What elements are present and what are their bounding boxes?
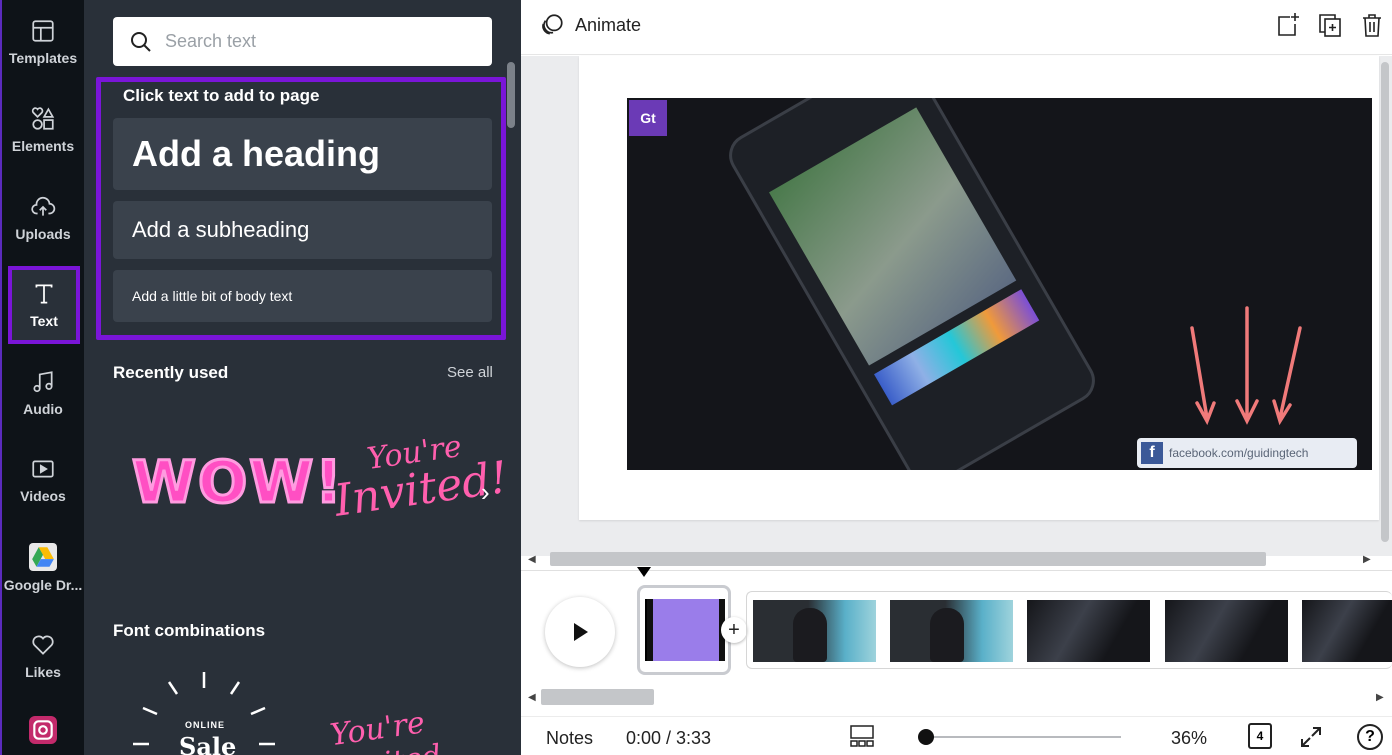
invited-combination-template[interactable]: You're Invited xyxy=(328,692,525,755)
rail-item-text[interactable]: Text xyxy=(8,266,80,344)
notes-button[interactable]: Notes xyxy=(546,728,593,749)
rail-item-google-drive[interactable]: Google Dr... xyxy=(2,526,84,610)
text-icon xyxy=(35,284,53,304)
rail-item-instagram[interactable] xyxy=(2,700,84,755)
top-toolbar: Animate xyxy=(521,0,1392,55)
search-input[interactable]: Search text xyxy=(113,17,492,66)
rail-item-videos[interactable]: Videos xyxy=(2,438,84,522)
page-count-button[interactable]: 4 xyxy=(1248,723,1272,749)
rail-label-audio: Audio xyxy=(23,401,63,417)
fullscreen-icon[interactable] xyxy=(1299,725,1323,749)
scroll-left-arrow[interactable]: ◀ xyxy=(528,554,536,565)
animate-icon xyxy=(542,14,563,35)
add-page-icon[interactable] xyxy=(1276,12,1300,38)
zoom-slider[interactable] xyxy=(921,736,1121,738)
duplicate-page-icon[interactable] xyxy=(1318,12,1342,38)
panel-scrollbar[interactable] xyxy=(507,62,515,128)
rail-item-templates[interactable]: Templates xyxy=(2,0,84,84)
animate-label: Animate xyxy=(575,14,642,35)
music-note-icon xyxy=(33,371,53,393)
sale-text-template[interactable]: ONLINE Sale xyxy=(129,672,279,755)
arrows-icon xyxy=(1190,306,1302,426)
templates-icon xyxy=(32,20,54,42)
rail-item-audio[interactable]: Audio xyxy=(2,351,84,435)
upload-cloud-icon xyxy=(31,196,56,216)
timeline-scrollbar[interactable] xyxy=(541,689,654,705)
scroll-right-arrow[interactable]: ▶ xyxy=(1363,554,1371,565)
invited-text-template[interactable]: You're Invited! xyxy=(328,426,511,527)
text-panel: Search text Click text to add to page Ad… xyxy=(84,0,521,755)
facebook-icon: f xyxy=(1141,442,1163,464)
timeline-scroll-right-arrow[interactable]: ▶ xyxy=(1376,692,1384,703)
add-heading-button[interactable]: Add a heading xyxy=(113,118,492,190)
sale-text: Sale xyxy=(179,732,237,755)
add-clip-button[interactable]: + xyxy=(721,617,747,643)
play-icon xyxy=(574,623,588,641)
help-button[interactable]: ? xyxy=(1357,724,1383,750)
rail-item-uploads[interactable]: Uploads xyxy=(2,176,84,260)
rail-label-templates: Templates xyxy=(8,50,78,66)
recently-used-title: Recently used xyxy=(113,363,229,382)
zoom-level[interactable]: 36% xyxy=(1171,728,1207,749)
rail-item-likes[interactable]: Likes xyxy=(2,614,84,698)
clip-thumbnail[interactable] xyxy=(890,600,1013,662)
video-icon xyxy=(32,460,54,478)
heart-icon xyxy=(32,635,54,655)
clip-thumbnail[interactable] xyxy=(1027,600,1150,662)
bottom-bar: Notes 0:00 / 3:33 36% 4 ? xyxy=(521,716,1392,755)
elements-icon xyxy=(31,107,55,130)
clip-thumbnail[interactable] xyxy=(1302,600,1392,662)
facebook-url-bar: f facebook.com/guidingtech xyxy=(1137,438,1357,468)
zoom-slider-handle[interactable] xyxy=(918,729,934,745)
clip-thumbnail[interactable] xyxy=(753,600,876,662)
canvas-horizontal-scrollbar[interactable] xyxy=(550,552,1266,566)
left-rail: Templates Elements Uploads Text Audio Vi… xyxy=(0,0,84,755)
facebook-url-text: facebook.com/guidingtech xyxy=(1169,446,1309,460)
rail-label-google-drive: Google Dr... xyxy=(3,577,83,593)
wow-text-template[interactable]: WOW! xyxy=(131,447,344,518)
rail-label-videos: Videos xyxy=(20,488,66,504)
see-all-link[interactable]: See all xyxy=(447,364,493,381)
add-body-text-button[interactable]: Add a little bit of body text xyxy=(113,270,492,322)
rail-label-text: Text xyxy=(30,313,58,329)
rail-item-elements[interactable]: Elements xyxy=(2,88,84,172)
animate-button[interactable]: Animate xyxy=(539,12,641,38)
click-text-title: Click text to add to page xyxy=(123,86,320,105)
layout-view-icon[interactable] xyxy=(850,725,874,747)
google-drive-icon xyxy=(29,543,57,571)
search-placeholder: Search text xyxy=(165,31,257,51)
playback-time: 0:00 / 3:33 xyxy=(626,728,712,748)
page-actions xyxy=(1276,12,1384,38)
chevron-right-icon[interactable]: › xyxy=(481,477,490,508)
design-page[interactable]: Gt f facebook.com/guidingtech xyxy=(579,56,1379,520)
instagram-icon xyxy=(29,716,57,744)
clip-thumbnail[interactable] xyxy=(645,599,725,661)
rail-label-elements: Elements xyxy=(11,138,75,154)
playhead-marker[interactable] xyxy=(637,567,651,577)
rail-label-uploads: Uploads xyxy=(15,226,71,242)
canvas-area: Gt f facebook.com/guidingtech xyxy=(521,56,1392,556)
font-combinations-title: Font combinations xyxy=(113,621,266,640)
sale-online-text: ONLINE xyxy=(185,720,226,730)
play-button[interactable] xyxy=(545,597,615,667)
phone-image xyxy=(721,98,1103,470)
gt-logo: Gt xyxy=(629,100,667,136)
clip-thumbnail[interactable] xyxy=(1165,600,1288,662)
search-icon xyxy=(131,31,151,52)
add-subheading-button[interactable]: Add a subheading xyxy=(113,201,492,259)
timeline-scroll-left-arrow[interactable]: ◀ xyxy=(528,692,536,703)
clip-strip xyxy=(746,591,1392,669)
rail-label-likes: Likes xyxy=(25,664,61,680)
canvas-vertical-scrollbar[interactable] xyxy=(1381,62,1389,542)
delete-page-icon[interactable] xyxy=(1360,12,1384,38)
video-frame[interactable]: Gt f facebook.com/guidingtech xyxy=(627,98,1372,470)
